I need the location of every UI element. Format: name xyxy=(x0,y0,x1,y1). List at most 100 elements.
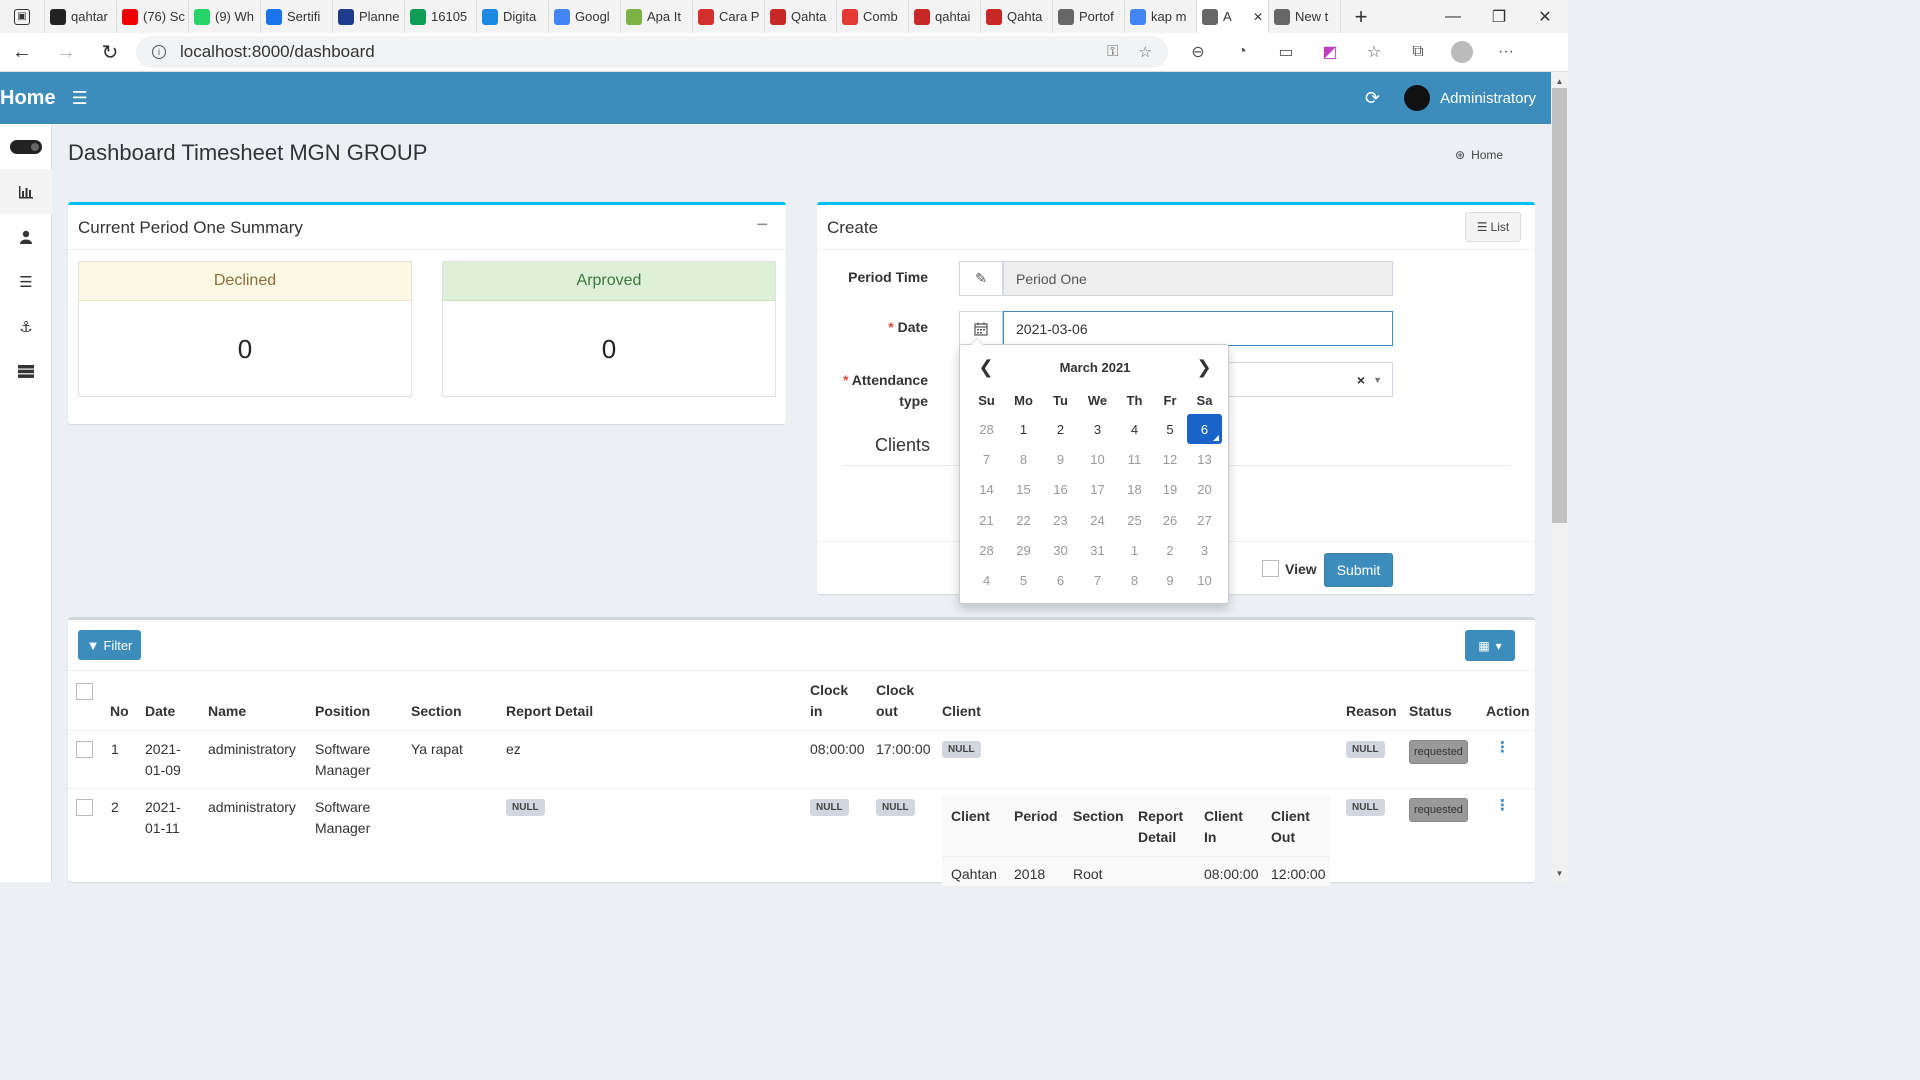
datepicker-day[interactable]: 21 xyxy=(968,505,1005,535)
server-icon[interactable] xyxy=(0,349,52,394)
view-checkbox[interactable] xyxy=(1262,560,1279,577)
site-info-icon[interactable]: i xyxy=(152,45,166,59)
datepicker-day[interactable]: 20 xyxy=(1187,475,1222,505)
scroll-down-icon[interactable]: ▼ xyxy=(1551,866,1568,880)
anchor-icon[interactable]: ⚓ xyxy=(0,304,52,349)
clear-icon[interactable]: × xyxy=(1357,372,1365,388)
tab-actions-icon[interactable]: ▣ xyxy=(0,0,45,33)
new-tab-icon[interactable]: + xyxy=(1341,4,1381,30)
datepicker-day[interactable]: 14 xyxy=(968,475,1005,505)
favorites-icon[interactable]: ☆ xyxy=(1352,42,1396,62)
browser-tab[interactable]: Sertifi xyxy=(261,0,333,33)
close-window-icon[interactable]: ✕ xyxy=(1522,0,1568,33)
scrollbar-thumb[interactable] xyxy=(1552,88,1567,523)
datepicker-day[interactable]: 29 xyxy=(1005,535,1042,565)
breadcrumb-home[interactable]: Home xyxy=(1471,148,1503,162)
more-menu-icon[interactable]: ··· xyxy=(1484,43,1528,61)
datepicker-day[interactable]: 10 xyxy=(1187,565,1222,595)
browser-tab[interactable]: (9) Wh xyxy=(189,0,261,33)
datepicker-day[interactable]: 28 xyxy=(968,535,1005,565)
maximize-icon[interactable]: ❐ xyxy=(1476,0,1522,33)
datepicker-day[interactable]: 7 xyxy=(968,444,1005,474)
browser-tab[interactable]: qahtar xyxy=(45,0,117,33)
browser-tab[interactable]: Comb xyxy=(837,0,909,33)
submit-button[interactable]: Submit xyxy=(1324,553,1393,587)
browser-tab[interactable]: 16105 xyxy=(405,0,477,33)
browser-tab[interactable]: Cara P xyxy=(693,0,765,33)
datepicker-day[interactable]: 27 xyxy=(1187,505,1222,535)
browser-tab[interactable]: Portof xyxy=(1053,0,1125,33)
key-icon[interactable]: ⚿ xyxy=(1107,43,1118,61)
datepicker-day[interactable]: 8 xyxy=(1005,444,1042,474)
datepicker-day[interactable]: 1 xyxy=(1116,535,1153,565)
browser-tab[interactable]: Qahta xyxy=(765,0,837,33)
datepicker-month[interactable]: March 2021 xyxy=(1060,360,1131,375)
user-avatar[interactable] xyxy=(1404,85,1431,111)
extension-3-icon[interactable]: ▭ xyxy=(1264,42,1308,62)
browser-tab[interactable]: Apa It xyxy=(621,0,693,33)
row-2-action-menu-icon[interactable]: ⋮ xyxy=(1495,796,1510,814)
datepicker-day[interactable]: 4 xyxy=(968,565,1005,595)
select-all-checkbox[interactable] xyxy=(76,683,93,700)
add-favorite-icon[interactable]: ☆ xyxy=(1139,43,1152,61)
extension-2-icon[interactable]: ◔ xyxy=(1220,43,1264,61)
datepicker-day[interactable]: 15 xyxy=(1005,475,1042,505)
date-input[interactable]: 2021-03-06 xyxy=(1003,311,1393,346)
datepicker-day[interactable]: 8 xyxy=(1116,565,1153,595)
datepicker-day[interactable]: 2 xyxy=(1153,535,1187,565)
profile-icon[interactable] xyxy=(1440,41,1484,63)
th-action[interactable]: Action xyxy=(1486,701,1530,722)
th-report-detail[interactable]: Report Detail xyxy=(506,701,593,722)
extension-4-icon[interactable]: ◩ xyxy=(1308,42,1352,62)
datepicker-day[interactable]: 5 xyxy=(1153,414,1187,444)
list-button[interactable]: ☰ List xyxy=(1465,212,1521,242)
filter-button[interactable]: ▼ Filter xyxy=(78,630,141,660)
back-icon[interactable]: ← xyxy=(0,41,44,64)
datepicker-day[interactable]: 5 xyxy=(1005,565,1042,595)
datepicker-day[interactable]: 7 xyxy=(1079,565,1116,595)
th-clock-out[interactable]: Clock out xyxy=(876,680,914,722)
datepicker-day[interactable]: 12 xyxy=(1153,444,1187,474)
datepicker-day[interactable]: 2 xyxy=(1042,414,1079,444)
list-icon[interactable]: ☰ xyxy=(0,259,52,304)
row-1-action-menu-icon[interactable]: ⋮ xyxy=(1495,738,1510,756)
datepicker-day[interactable]: 1 xyxy=(1005,414,1042,444)
datepicker-day[interactable]: 30 xyxy=(1042,535,1079,565)
datepicker-day[interactable]: 26 xyxy=(1153,505,1187,535)
th-section[interactable]: Section xyxy=(411,701,462,722)
collections-icon[interactable]: ⧉ xyxy=(1396,43,1440,61)
user-name[interactable]: Administratory xyxy=(1440,90,1536,107)
datepicker-day[interactable]: 6 xyxy=(1187,414,1222,445)
row-1-checkbox[interactable] xyxy=(76,741,93,758)
sidebar-toggle-icon[interactable] xyxy=(0,124,52,169)
datepicker-day[interactable]: 9 xyxy=(1042,444,1079,474)
browser-tab[interactable]: qahtai xyxy=(909,0,981,33)
collapse-icon[interactable]: − xyxy=(756,214,768,237)
reload-icon[interactable]: ↻ xyxy=(88,40,132,65)
bar-chart-icon[interactable] xyxy=(0,169,52,214)
refresh-icon[interactable]: ⟳ xyxy=(1365,88,1380,109)
datepicker-day[interactable]: 4 xyxy=(1116,414,1153,444)
minimize-icon[interactable]: — xyxy=(1430,0,1476,33)
datepicker-day[interactable]: 25 xyxy=(1116,505,1153,535)
datepicker-day[interactable]: 3 xyxy=(1187,535,1222,565)
browser-tab[interactable]: Planne xyxy=(333,0,405,33)
datepicker-day[interactable]: 9 xyxy=(1153,565,1187,595)
datepicker-day[interactable]: 3 xyxy=(1079,414,1116,444)
datepicker-day[interactable]: 28 xyxy=(968,414,1005,444)
prev-month-icon[interactable]: ❮ xyxy=(968,357,1004,378)
datepicker-day[interactable]: 23 xyxy=(1042,505,1079,535)
url-field[interactable]: i localhost:8000/dashboard ⚿ ☆ xyxy=(136,36,1168,68)
th-name[interactable]: Name xyxy=(208,701,246,722)
browser-tab[interactable]: Googl xyxy=(549,0,621,33)
datepicker-day[interactable]: 31 xyxy=(1079,535,1116,565)
user-icon[interactable] xyxy=(0,214,52,259)
row-2-checkbox[interactable] xyxy=(76,799,93,816)
th-status[interactable]: Status xyxy=(1409,701,1452,722)
datepicker-day[interactable]: 13 xyxy=(1187,444,1222,474)
th-clock-in[interactable]: Clock in xyxy=(810,680,848,722)
browser-tab[interactable]: Digita xyxy=(477,0,549,33)
datepicker-day[interactable]: 17 xyxy=(1079,475,1116,505)
app-logo[interactable]: Home xyxy=(0,87,56,110)
browser-tab[interactable]: (76) Sc xyxy=(117,0,189,33)
